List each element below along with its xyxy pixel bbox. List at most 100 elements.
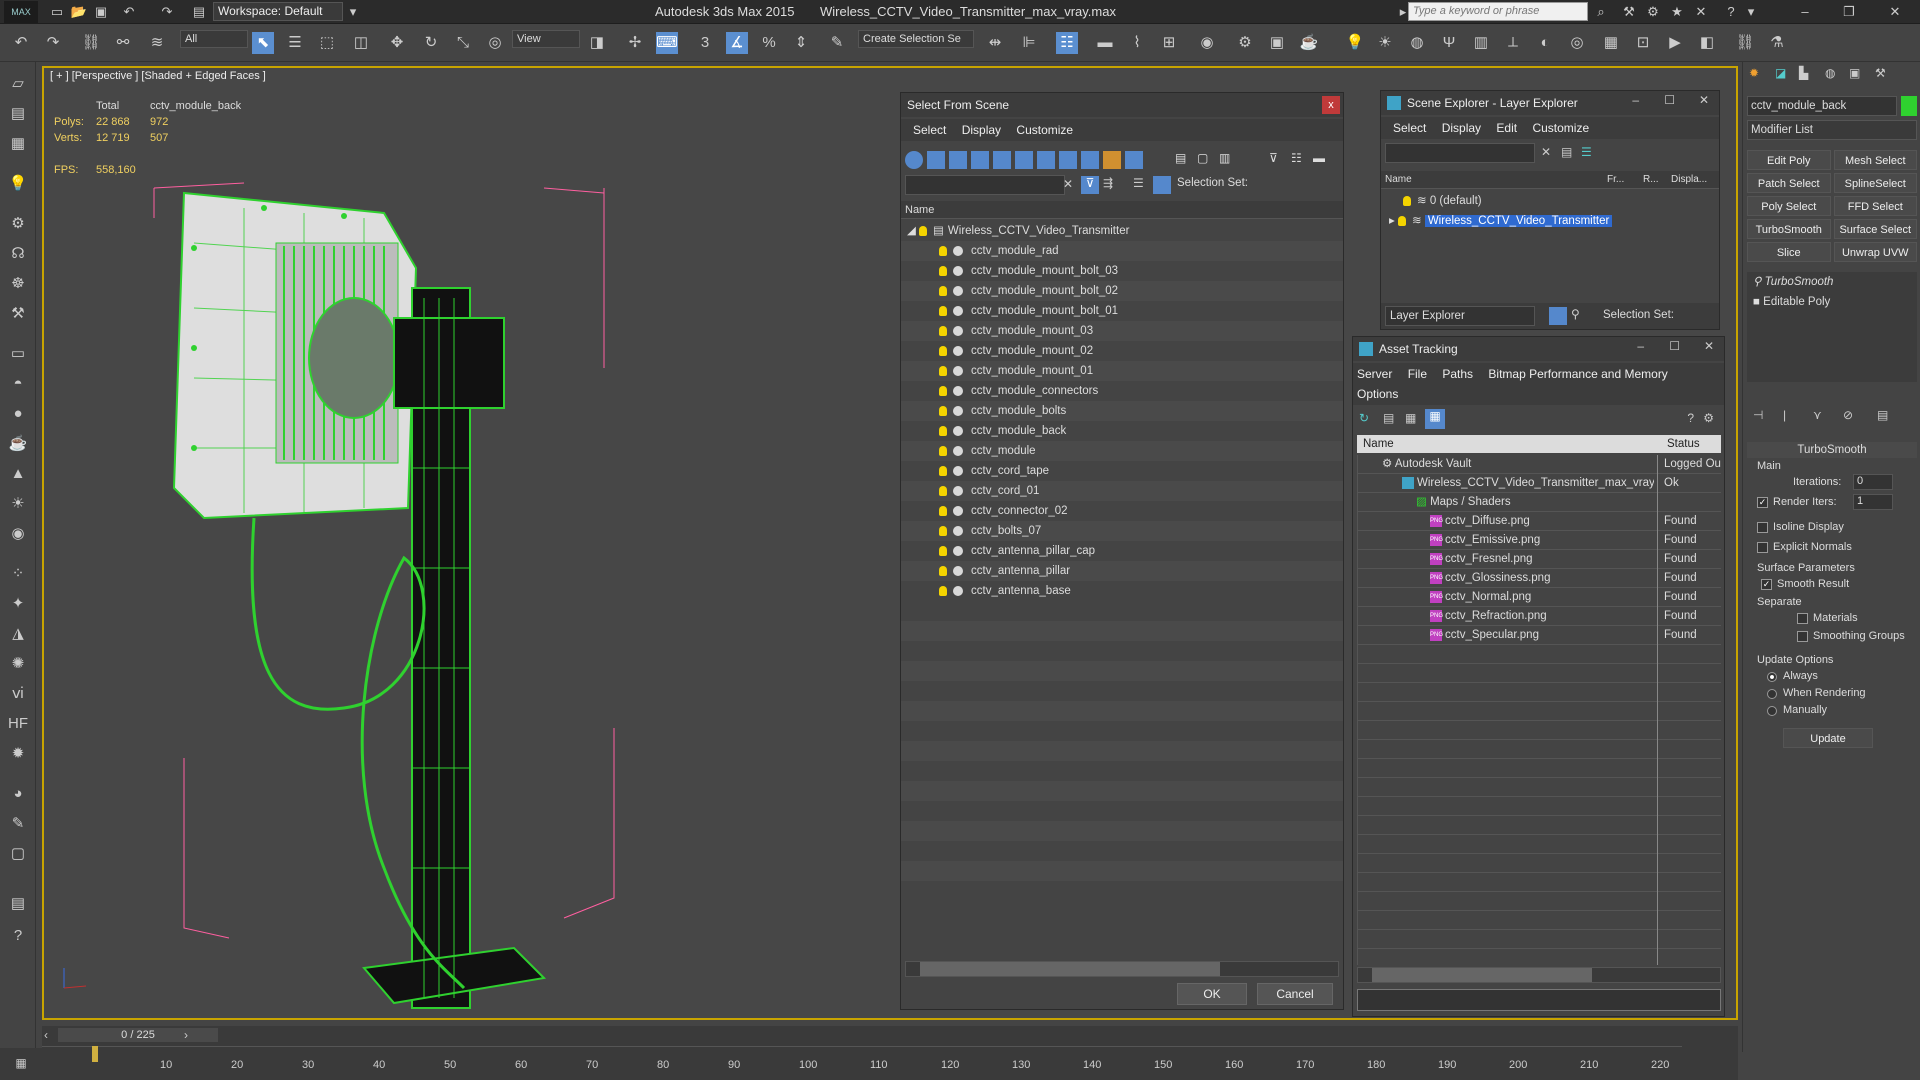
menu-select[interactable]: Select — [1393, 121, 1426, 135]
hf-icon[interactable]: HF — [6, 712, 30, 736]
render-icon[interactable]: ✹ — [6, 742, 30, 766]
display-shapes-icon[interactable] — [927, 151, 945, 169]
always-radio[interactable] — [1767, 672, 1777, 682]
modifier-button[interactable]: Unwrap UVW — [1833, 242, 1917, 262]
window-crossing-icon[interactable]: ◫ — [350, 32, 372, 54]
list-item[interactable]: cctv_module_mount_bolt_02 — [901, 281, 1343, 301]
explorer-search-input[interactable] — [1385, 143, 1535, 163]
search-input[interactable]: Type a keyword or phrase — [1408, 2, 1588, 21]
list-item[interactable]: cctv_antenna_pillar — [901, 561, 1343, 581]
dome-icon[interactable]: ◓ — [6, 372, 30, 396]
object-color-swatch[interactable] — [1901, 96, 1917, 116]
column-header-name[interactable]: Name — [901, 201, 1343, 219]
lightbulb-icon[interactable] — [939, 445, 947, 456]
spacewarp-icon[interactable]: ☸ — [6, 272, 30, 296]
display-lights-icon[interactable] — [949, 151, 967, 169]
select-invert-icon[interactable]: ▥ — [1219, 151, 1235, 169]
angle-snap-icon[interactable]: ∡ — [726, 32, 748, 54]
undo-icon[interactable]: ↶ — [120, 3, 138, 21]
light-icon[interactable]: 💡 — [6, 172, 30, 196]
keyboard-shortcut-icon[interactable]: ⌨ — [656, 32, 678, 54]
rotate-icon[interactable]: ↻ — [420, 32, 442, 54]
modifier-button[interactable]: Edit Poly — [1747, 150, 1831, 170]
hair-icon[interactable]: ⅵ — [6, 682, 30, 706]
display-bones-icon[interactable] — [1081, 151, 1099, 169]
explicit-normals-checkbox[interactable] — [1757, 542, 1768, 553]
menu-customize[interactable]: Customize — [1532, 121, 1589, 135]
help-icon[interactable]: ? — [1722, 3, 1740, 21]
close-search-icon[interactable]: ✕ — [1692, 3, 1710, 21]
display-frozen-icon[interactable] — [1125, 151, 1143, 169]
menu-customize[interactable]: Customize — [1016, 123, 1073, 137]
plane-icon[interactable]: ▭ — [6, 342, 30, 366]
camera-icon[interactable]: ⚙ — [6, 212, 30, 236]
menu-bitmap-performance[interactable]: Bitmap Performance and Memory — [1488, 367, 1667, 381]
schematic-view-icon[interactable]: ⊞ — [1158, 32, 1180, 54]
pin-stack-icon[interactable]: ⊣ — [1753, 408, 1763, 422]
named-selection-dropdown[interactable]: Create Selection Se — [858, 30, 974, 48]
lightbulb-icon[interactable] — [939, 305, 947, 316]
list-item[interactable]: cctv_module_mount_03 — [901, 321, 1343, 341]
explorer-mode-dropdown[interactable]: Layer Explorer — [1385, 306, 1535, 326]
update-button[interactable]: Update — [1783, 728, 1873, 748]
create-tab-icon[interactable]: ✹ — [1749, 66, 1759, 80]
vray-sphere-icon[interactable]: ◐ — [1534, 32, 1556, 54]
link-icon[interactable]: ⛓ — [80, 32, 102, 54]
open-file-icon[interactable]: 📂 — [70, 3, 88, 21]
restore-icon[interactable]: ❐ — [1840, 3, 1858, 21]
chevron-down-icon[interactable]: ▾ — [344, 3, 362, 21]
minimize-icon[interactable]: – — [1632, 93, 1639, 107]
vray-sun-icon[interactable]: ☀ — [1374, 32, 1396, 54]
list-item-root[interactable]: ◢ ▤ Wireless_CCTV_Video_Transmitter — [901, 221, 1343, 241]
select-by-name-icon[interactable]: ☰ — [284, 32, 306, 54]
lightbulb-icon[interactable] — [939, 485, 947, 496]
table-row[interactable]: PNG cctv_Refraction.png Found — [1358, 607, 1721, 626]
modifier-button[interactable]: Mesh Select — [1833, 150, 1917, 170]
stack-item[interactable]: ■ Editable Poly — [1747, 292, 1917, 312]
menu-server[interactable]: Server — [1357, 367, 1392, 381]
list-item[interactable]: cctv_module_rad — [901, 241, 1343, 261]
close-icon[interactable]: ✕ — [1704, 339, 1714, 353]
lightbulb-icon[interactable]: ⚲ — [1753, 276, 1765, 288]
selection-filter-dropdown[interactable]: All — [180, 30, 248, 48]
table-row[interactable]: ▨ Maps / Shaders — [1358, 493, 1721, 512]
spinner-snap-icon[interactable]: ⇕ — [790, 32, 812, 54]
bind-spacewarp-icon[interactable]: ≋ — [146, 32, 168, 54]
modifier-button[interactable]: Poly Select — [1747, 196, 1831, 216]
time-marker[interactable] — [92, 1046, 98, 1062]
menu-paths[interactable]: Paths — [1442, 367, 1473, 381]
redo-icon[interactable]: ↷ — [158, 3, 176, 21]
lightbulb-icon[interactable] — [939, 585, 947, 596]
lightbulb-icon[interactable] — [939, 345, 947, 356]
lightbulb-icon[interactable] — [919, 225, 928, 236]
menu-display[interactable]: Display — [1442, 121, 1481, 135]
table-row[interactable]: Wireless_CCTV_Video_Transmitter_max_vray… — [1358, 474, 1721, 493]
lightbulb-icon[interactable] — [939, 505, 947, 516]
display-xrefs-icon[interactable] — [1059, 151, 1077, 169]
ok-button[interactable]: OK — [1177, 983, 1247, 1005]
display-spacewarps-icon[interactable] — [1015, 151, 1033, 169]
wheel-icon[interactable]: ✺ — [6, 652, 30, 676]
list-item[interactable]: cctv_bolts_07 — [901, 521, 1343, 541]
utilities-tab-icon[interactable]: ⚒ — [1875, 66, 1886, 80]
communication-icon[interactable]: ⚙ — [1644, 3, 1662, 21]
show-end-result-icon[interactable]: | — [1783, 408, 1786, 422]
rectangular-selection-icon[interactable]: ⬚ — [316, 32, 338, 54]
tree-view-icon[interactable]: ▦ — [1405, 411, 1416, 425]
render-iters-spinner[interactable]: 1 — [1853, 494, 1893, 510]
horizontal-scrollbar[interactable] — [905, 961, 1339, 977]
app-logo[interactable]: MAX — [4, 1, 38, 23]
systems-icon[interactable]: ⚒ — [6, 302, 30, 326]
select-none-icon[interactable]: ▢ — [1197, 151, 1213, 169]
sphere2-icon[interactable]: ◕ — [6, 782, 30, 806]
display-helpers-icon[interactable] — [993, 151, 1011, 169]
vray-fur-icon[interactable]: Ψ — [1438, 32, 1460, 54]
chevron-down-icon[interactable]: ▾ — [1742, 3, 1760, 21]
stack-item[interactable]: ⚲ TurboSmooth — [1747, 272, 1917, 292]
select-place-icon[interactable]: ◎ — [484, 32, 506, 54]
list-item[interactable]: cctv_module_bolts — [901, 401, 1343, 421]
lightbulb-icon[interactable] — [1403, 195, 1411, 206]
render-setup-icon[interactable]: ⚙ — [1234, 32, 1256, 54]
clear-search-icon[interactable]: ✕ — [1541, 145, 1551, 159]
col-display[interactable]: Displa... — [1671, 171, 1707, 189]
